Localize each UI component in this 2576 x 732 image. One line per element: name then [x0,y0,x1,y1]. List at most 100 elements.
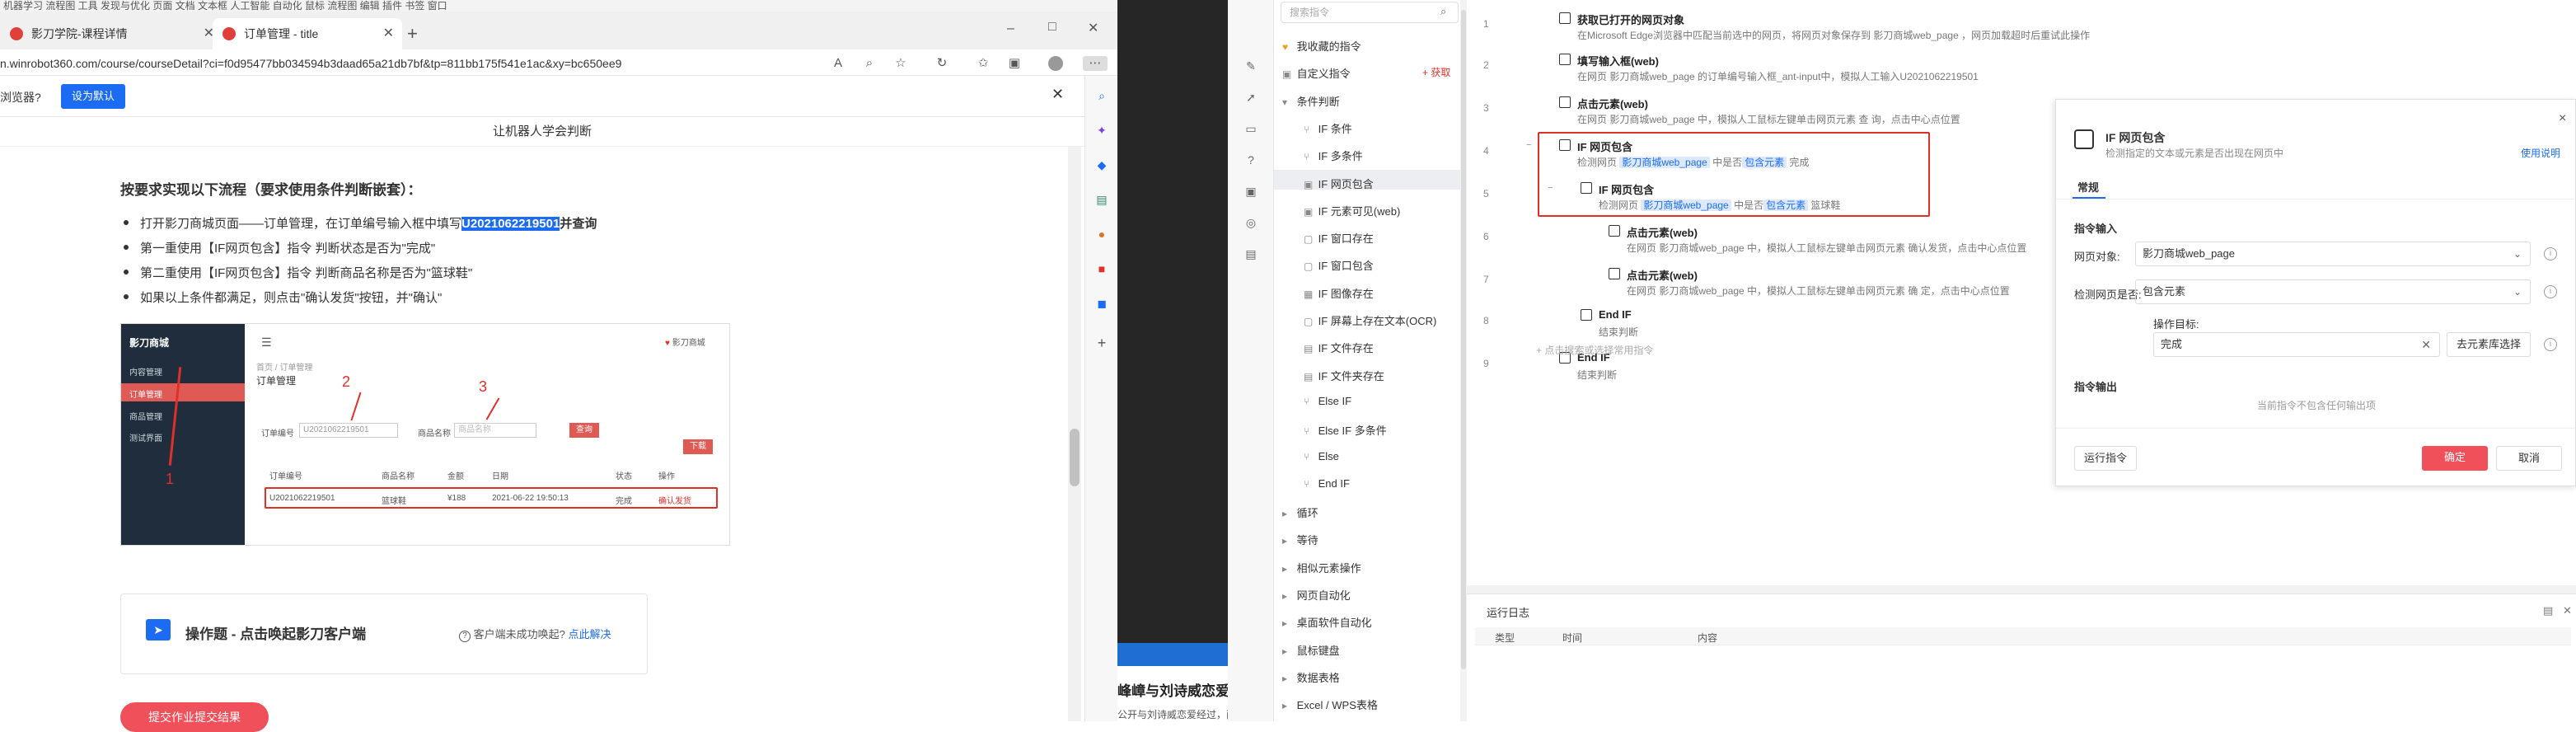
command-search-input[interactable]: 搜索指令 [1281,2,1459,23]
outlook-icon[interactable]: ◼ [1094,295,1110,312]
command-item[interactable]: ▦ IF 图像存在 [1304,285,1374,301]
command-item[interactable]: ⑂ End IF [1304,477,1350,490]
tree-scrollbar-thumb[interactable] [1461,10,1466,669]
command-item[interactable]: ▣ IF 网页包含 [1304,176,1374,191]
command-item[interactable]: ▾ 条件判断 [1282,93,1340,109]
step-title[interactable]: 点击元素(web) [1577,96,1648,111]
favorite-icon[interactable]: ☆ [893,56,908,71]
maximize-button[interactable]: □ [1048,20,1056,35]
close-window-button[interactable]: ✕ [1088,20,1098,36]
package-icon[interactable]: ▤ [1243,246,1259,262]
run-command-button[interactable]: 运行指令 [2074,446,2137,471]
add-command-hint[interactable]: + 点击搜索或选择常用指令 [1536,343,1653,357]
command-item[interactable]: ♥ 我收藏的指令 [1282,38,1361,54]
fix-link[interactable]: 点此解决 [568,628,611,640]
command-item[interactable]: ▢ IF 窗口包含 [1304,257,1374,273]
divider [2056,428,2576,429]
command-item[interactable]: ⑂ IF 条件 [1304,120,1352,136]
pen-icon[interactable]: ✎ [1243,58,1259,74]
command-item-icon: ⑂ [1304,151,1310,163]
search-icon[interactable]: ⌕ [1440,5,1446,18]
step-title[interactable]: 点击元素(web) [1627,224,1698,240]
pick-element-button[interactable]: 去元素库选择 [2447,332,2531,357]
tools-icon[interactable]: ▤ [1094,191,1110,208]
default-browser-infobar: 浏览器? 设为默认 ✕ [0,76,1084,117]
command-item[interactable]: ▤ IF 文件存在 [1304,340,1374,355]
step-title[interactable]: 点击元素(web) [1627,267,1698,283]
command-item-icon: ▾ [1282,96,1288,108]
command-item[interactable]: ▸ 鼠标键盘 [1282,642,1340,658]
command-item[interactable]: ▸ 数据表格 [1282,669,1340,685]
new-tab-button[interactable]: + [407,23,418,45]
tab-order-management[interactable]: 订单管理 - title ✕ [213,18,402,49]
command-item-label: Excel / WPS表格 [1296,699,1378,712]
confirm-button[interactable]: 确定 [2422,446,2488,471]
add-sidebar-icon[interactable]: + [1094,335,1110,351]
tab-general[interactable]: 常规 [2077,179,2099,195]
check-mode-select[interactable]: 包含元素 ⌄ [2135,279,2531,304]
get-command-link[interactable]: + 获取 [1422,65,1450,79]
info-icon[interactable]: i [2544,285,2557,298]
command-item[interactable]: ▸ 等待 [1282,532,1318,547]
close-log-icon[interactable]: ✕ [2563,604,2572,617]
command-item[interactable]: ▸ 循环 [1282,504,1318,520]
info-icon[interactable]: i [2544,247,2557,260]
element-icon[interactable]: ▭ [1243,120,1259,137]
infobar-close-icon[interactable]: ✕ [1051,86,1064,103]
command-item[interactable]: ⑂ IF 多条件 [1304,148,1363,163]
image-icon[interactable]: ▣ [1243,183,1259,199]
location-icon[interactable]: ◎ [1243,214,1259,231]
favorites-icon[interactable]: ✩ [976,56,991,71]
close-tab-icon[interactable]: ✕ [383,18,394,49]
office-icon[interactable]: ● [1094,226,1110,242]
dialog-close-icon[interactable]: × [2559,111,2566,126]
profile-icon[interactable] [1048,56,1063,71]
minimize-button[interactable]: – [1007,21,1014,36]
step-title[interactable]: End IF [1599,308,1632,321]
web-object-select[interactable]: 影刀商城web_page ⌄ [2135,242,2531,266]
command-item[interactable]: ⑂ Else IF [1304,395,1351,407]
browser-window: 机器学习 流程图 工具 发现与优化 页面 文档 文本框 人工智能 自动化 鼠标 … [0,0,1117,732]
command-item-icon: ▢ [1304,316,1314,327]
collections-icon[interactable]: ▣ [1007,56,1022,71]
read-aloud-icon[interactable]: A [831,56,845,71]
command-item[interactable]: ▸ 网页自动化 [1282,587,1351,603]
command-item-icon: ▸ [1282,672,1288,684]
command-item[interactable]: ▣ 自定义指令 + 获取 [1282,65,1450,81]
more-menu-icon[interactable]: ⋯ [1083,56,1108,71]
zoom-icon[interactable]: ⌕ [862,56,877,71]
client-launch-card[interactable]: ➤ 操作题 - 点击唤起影刀客户端 ? 客户端未成功唤起? 点此解决 [120,594,648,674]
set-default-button[interactable]: 设为默认 [61,84,125,109]
command-item[interactable]: ▤ IF 文件夹存在 [1304,368,1384,383]
target-element-input[interactable]: 完成 ✕ [2153,332,2440,357]
command-item[interactable]: ▸ 相似元素操作 [1282,560,1361,575]
command-item[interactable]: ▢ IF 窗口存在 [1304,230,1374,246]
search-icon[interactable]: ⌕ [1094,87,1110,104]
office-365-icon[interactable]: ■ [1094,260,1110,277]
pointer-icon[interactable]: ➚ [1243,89,1259,106]
refresh-icon[interactable]: ↻ [934,56,949,71]
step-title[interactable]: 填写输入框(web) [1577,53,1659,68]
shop-cell: 确认发货 [658,497,691,506]
shopping-tag-icon[interactable]: ◆ [1094,157,1110,173]
cancel-button[interactable]: 取消 [2496,446,2562,471]
command-item[interactable]: ▢ IF 屏幕上存在文本(OCR) [1304,312,1436,328]
export-log-icon[interactable]: ▤ [2543,604,2553,617]
url-input[interactable]: n.winrobot360.com/course/courseDetail?ci… [0,54,808,73]
command-item[interactable]: ▣ IF 元素可见(web) [1304,203,1400,218]
panel-divider[interactable] [1467,585,2576,594]
tab-course[interactable]: 影刀学院-课程详情 ✕ [0,18,222,49]
field-label: 操作目标: [2153,318,2199,331]
help-icon[interactable]: ? [1243,152,1259,168]
command-item[interactable]: ⑂ Else IF 多条件 [1304,422,1387,438]
copilot-icon[interactable]: ✦ [1094,122,1110,138]
command-item[interactable]: ⑂ Else [1304,450,1339,462]
page-scrollbar-thumb[interactable] [1070,429,1080,486]
info-icon[interactable]: i [2544,338,2557,351]
submit-homework-button[interactable]: 提交作业提交结果 [120,702,269,732]
step-title[interactable]: 获取已打开的网页对象 [1577,12,1684,27]
command-item[interactable]: ▸ Excel / WPS表格 [1282,697,1378,712]
command-item[interactable]: ▸ 桌面软件自动化 [1282,614,1372,630]
collapse-icon[interactable]: − [1526,140,1531,150]
help-link[interactable]: 使用说明 [2521,146,2560,160]
